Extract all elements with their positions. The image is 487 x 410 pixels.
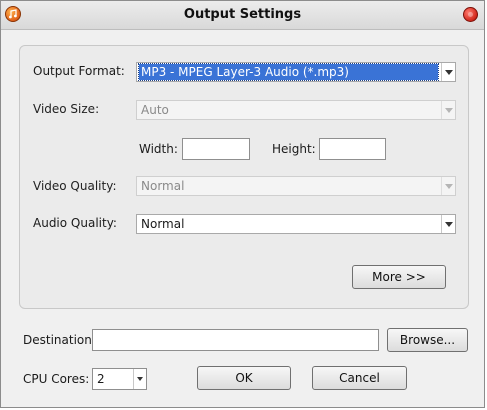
chevron-down-icon[interactable] <box>441 63 455 81</box>
video-size-select[interactable]: Auto <box>136 100 456 120</box>
audio-quality-value: Normal <box>141 217 185 231</box>
video-quality-label: Video Quality: <box>33 179 117 193</box>
cpu-cores-value: 2 <box>97 372 105 386</box>
cpu-cores-select[interactable]: 2 <box>92 368 147 390</box>
output-format-select[interactable]: MP3 - MPEG Layer-3 Audio (*.mp3) <box>136 62 456 82</box>
video-quality-value: Normal <box>141 179 185 193</box>
chevron-down-icon[interactable] <box>133 369 146 389</box>
ok-button[interactable]: OK <box>197 366 291 390</box>
width-label: Width: <box>139 142 178 156</box>
close-icon[interactable] <box>463 7 478 22</box>
audio-quality-select[interactable]: Normal <box>136 214 456 234</box>
chevron-down-icon[interactable] <box>441 215 455 233</box>
cpu-cores-label: CPU Cores: <box>23 372 90 386</box>
height-label: Height: <box>272 142 316 156</box>
video-size-value: Auto <box>141 103 169 117</box>
chevron-down-icon[interactable] <box>441 101 455 119</box>
title-bar[interactable]: Output Settings <box>1 1 484 30</box>
video-quality-select[interactable]: Normal <box>136 176 456 196</box>
more-button[interactable]: More >> <box>352 265 446 289</box>
cancel-button[interactable]: Cancel <box>312 366 407 390</box>
destination-label: Destination: <box>23 333 96 347</box>
browse-button[interactable]: Browse... <box>387 328 468 352</box>
video-size-label: Video Size: <box>33 102 100 116</box>
chevron-down-icon[interactable] <box>441 177 455 195</box>
audio-quality-label: Audio Quality: <box>33 216 117 230</box>
width-input[interactable] <box>182 138 250 160</box>
output-format-value: MP3 - MPEG Layer-3 Audio (*.mp3) <box>138 63 439 81</box>
dialog-title: Output Settings <box>183 7 302 22</box>
output-format-label: Output Format: <box>33 64 125 78</box>
height-input[interactable] <box>319 138 386 160</box>
destination-input[interactable] <box>92 329 379 351</box>
output-settings-dialog: Output Settings Output Format: MP3 - MPE… <box>0 0 485 408</box>
